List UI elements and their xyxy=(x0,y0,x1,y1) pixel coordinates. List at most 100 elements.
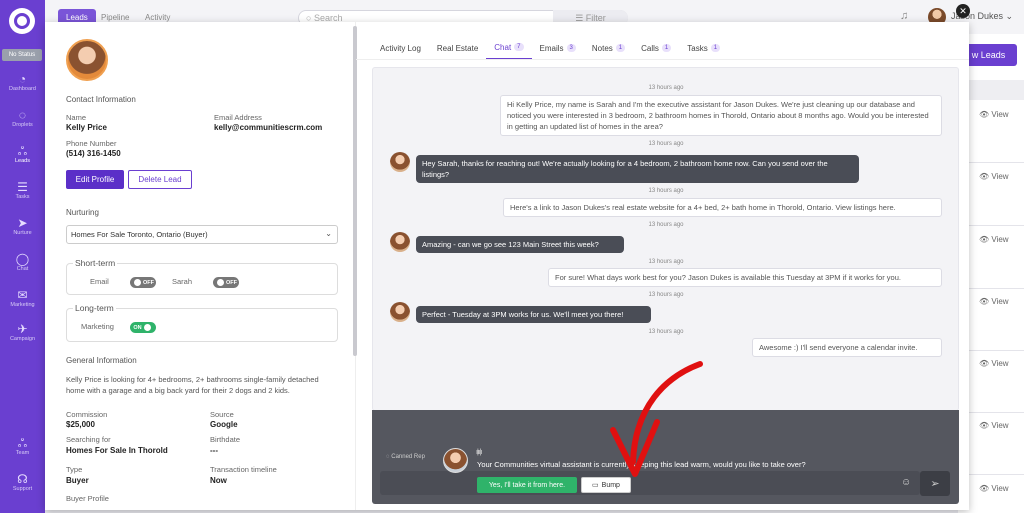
tab-emails[interactable]: Emails 3 xyxy=(532,36,584,60)
marketing-toggle-label: Marketing xyxy=(81,322,114,331)
commission-value: $25,000 xyxy=(66,420,95,429)
chat-composer: ◌ Canned Rep ı|ıı|ı Your Communities vir… xyxy=(372,410,959,504)
contact-avatar xyxy=(66,39,108,81)
assistant-prompt: Your Communities virtual assistant is cu… xyxy=(477,460,806,469)
name-label: Name xyxy=(66,113,87,122)
tab-activity-log[interactable]: Activity Log xyxy=(372,36,429,60)
short-term-group: Short-term Email OFF Sarah OFF xyxy=(66,258,338,295)
email-toggle-label: Email xyxy=(90,277,109,286)
birthdate-label: Birthdate xyxy=(210,435,241,444)
outgoing-message: Awesome :) I'll send everyone a calendar… xyxy=(752,338,942,357)
view-link[interactable]: 👁 View xyxy=(979,297,1009,306)
timeline-value: Now xyxy=(210,476,227,485)
outgoing-message: Here's a link to Jason Dukes's real esta… xyxy=(503,198,942,217)
message-timestamp: 13 hours ago xyxy=(648,329,684,335)
timeline-label: Transaction timeline xyxy=(210,465,277,474)
outgoing-message: For sure! What days work best for you? J… xyxy=(548,268,942,287)
lead-description: Kelly Price is looking for 4+ bedrooms, … xyxy=(66,375,319,395)
nav-support[interactable]: ☊ Support xyxy=(0,472,45,492)
tab-calls[interactable]: Calls 1 xyxy=(633,36,679,60)
chat-icon: ◯ xyxy=(15,252,30,266)
marketing-toggle[interactable]: ON xyxy=(130,322,156,333)
tab-notes[interactable]: Notes 1 xyxy=(584,36,633,60)
type-label: Type xyxy=(66,465,83,474)
send-icon: ➤ xyxy=(17,216,28,230)
email-value: kelly@communitiescrm.com xyxy=(214,123,323,132)
name-value: Kelly Price xyxy=(66,123,107,132)
tab-chat[interactable]: Chat 7 xyxy=(486,36,532,60)
mail-icon: ✉ xyxy=(17,288,28,302)
view-link[interactable]: 👁 View xyxy=(979,484,1009,493)
dashboard-icon: ◔ xyxy=(18,72,27,86)
contact-info-heading: Contact Information xyxy=(66,95,136,104)
general-info-heading: General Information xyxy=(66,356,137,365)
emoji-icon[interactable]: ☺ xyxy=(901,477,911,488)
nav-nurture[interactable]: ➤ Nurture xyxy=(0,216,45,236)
source-label: Source xyxy=(210,410,234,419)
outgoing-message: Hi Kelly Price, my name is Sarah and I'm… xyxy=(500,95,942,136)
sarah-toggle-label: Sarah xyxy=(172,277,193,286)
incoming-message: Perfect - Tuesday at 3PM works for us. W… xyxy=(416,306,651,323)
contact-avatar xyxy=(390,302,410,322)
delete-lead-button[interactable]: Delete Lead xyxy=(128,170,192,189)
commission-label: Commission xyxy=(66,410,108,419)
phone-label: Phone Number xyxy=(66,139,117,148)
status-badge[interactable]: No Status xyxy=(2,49,42,61)
searching-label: Searching for xyxy=(66,435,111,444)
rocket-icon: ✈ xyxy=(17,322,28,336)
bump-button[interactable]: ▭ Bump xyxy=(581,477,631,493)
tab-real-estate[interactable]: Real Estate xyxy=(429,36,486,60)
assistant-avatar xyxy=(443,448,468,473)
incoming-message: Amazing - can we go see 123 Main Street … xyxy=(416,236,624,253)
tab-divider xyxy=(356,59,969,60)
message-timestamp: 13 hours ago xyxy=(648,141,684,147)
birthdate-value: --- xyxy=(210,446,218,455)
canned-responses-button[interactable]: ◌ Canned Rep xyxy=(386,454,425,460)
message-timestamp: 13 hours ago xyxy=(648,292,684,298)
scrollbar[interactable] xyxy=(353,26,357,356)
nav-chat[interactable]: ◯ Chat xyxy=(0,252,45,272)
view-link[interactable]: 👁 View xyxy=(979,359,1009,368)
chat-thread: 13 hours ago Hi Kelly Price, my name is … xyxy=(372,67,959,411)
message-input[interactable] xyxy=(380,471,920,495)
message-timestamp: 13 hours ago xyxy=(648,222,684,228)
view-link[interactable]: 👁 View xyxy=(979,421,1009,430)
view-link[interactable]: 👁 View xyxy=(979,172,1009,181)
people-icon: ஃ xyxy=(17,144,28,158)
send-icon: ➢ xyxy=(930,478,940,490)
message-timestamp: 13 hours ago xyxy=(648,259,684,265)
sarah-toggle[interactable]: OFF xyxy=(213,277,239,288)
audio-wave-icon: ı|ıı|ı xyxy=(476,449,483,456)
nav-dashboard[interactable]: ◔ Dashboard xyxy=(0,72,45,92)
contact-avatar xyxy=(390,232,410,252)
buyer-profile-label: Buyer Profile xyxy=(66,494,109,503)
contact-details-pane: Contact Information Name Kelly Price Ema… xyxy=(45,22,357,510)
close-icon[interactable]: ✕ xyxy=(956,4,970,18)
count-badge: 7 xyxy=(514,43,524,51)
message-timestamp: 13 hours ago xyxy=(648,188,684,194)
source-value: Google xyxy=(210,420,238,429)
type-value: Buyer xyxy=(66,476,89,485)
nav-tasks[interactable]: ☰ Tasks xyxy=(0,180,45,200)
app-logo[interactable] xyxy=(9,8,35,34)
view-link[interactable]: 👁 View xyxy=(979,110,1009,119)
short-term-legend: Short-term xyxy=(73,258,118,268)
nav-marketing[interactable]: ✉ Marketing xyxy=(0,288,45,308)
email-toggle[interactable]: OFF xyxy=(130,277,156,288)
long-term-group: Long-term Marketing ON xyxy=(66,303,338,342)
bump-icon: ▭ xyxy=(592,482,599,489)
take-over-button[interactable]: Yes, I'll take it from here. xyxy=(477,477,577,493)
edit-profile-button[interactable]: Edit Profile xyxy=(66,170,124,189)
headset-icon: ☊ xyxy=(17,472,28,486)
view-link[interactable]: 👁 View xyxy=(979,235,1009,244)
bell-icon[interactable]: ♫ xyxy=(900,10,908,22)
nav-droplets[interactable]: ◌ Droplets xyxy=(0,108,45,128)
tab-tasks[interactable]: Tasks 1 xyxy=(679,36,728,60)
nav-leads[interactable]: ஃ Leads xyxy=(0,144,45,164)
nav-campaign[interactable]: ✈ Campaign xyxy=(0,322,45,342)
send-button[interactable]: ➢ xyxy=(920,471,950,496)
long-term-legend: Long-term xyxy=(73,303,116,313)
nav-team[interactable]: ஃ Team xyxy=(0,436,45,456)
nurturing-select[interactable]: Homes For Sale Toronto, Ontario (Buyer) … xyxy=(66,225,338,244)
team-icon: ஃ xyxy=(17,436,28,450)
